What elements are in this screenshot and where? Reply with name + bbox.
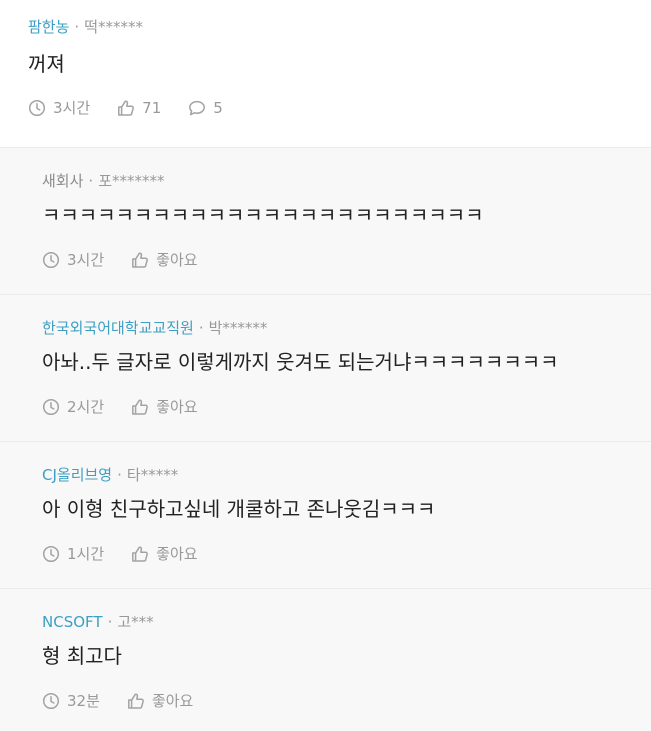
like-button[interactable]: 71 [117, 98, 161, 118]
reply-stats: 32분 좋아요 [42, 691, 631, 711]
reply: CJ올리브영 · 타***** 아 이형 친구하고싶네 개쿨하고 존나웃김ㅋㅋㅋ 1… [0, 442, 651, 589]
reply-stats: 2시간 좋아요 [42, 397, 631, 417]
reply-stats: 3시간 좋아요 [42, 250, 631, 270]
comment: 팜한농 · 떡****** 꺼져 3시간 71 5 [0, 0, 651, 148]
separator: · [117, 466, 122, 484]
clock-icon [42, 398, 60, 416]
thumbs-up-icon [132, 252, 149, 268]
thumbs-up-icon [127, 693, 144, 709]
reply-body: ㅋㅋㅋㅋㅋㅋㅋㅋㅋㅋㅋㅋㅋㅋㅋㅋㅋㅋㅋㅋㅋㅋㅋㅋ [42, 203, 484, 227]
time-label: 3시간 [67, 251, 105, 269]
time-label: 1시간 [67, 545, 105, 563]
comment-author-line: 팜한농 · 떡****** [28, 17, 631, 37]
time-label: 3시간 [53, 99, 91, 117]
reply-body: 아 이형 친구하고싶네 개쿨하고 존나웃김ㅋㅋㅋ [42, 497, 436, 521]
like-button[interactable]: 좋아요 [131, 544, 198, 564]
time-ago: 3시간 [28, 98, 90, 118]
separator: · [88, 172, 94, 190]
like-button[interactable]: 좋아요 [131, 250, 198, 270]
company-name[interactable]: 한국외국어대학교교직원 [42, 319, 194, 337]
like-label: 좋아요 [156, 398, 198, 416]
reply-stats: 1시간 좋아요 [42, 544, 631, 564]
company-name: 새회사 [42, 172, 84, 190]
time-ago: 1시간 [42, 544, 104, 564]
author-nickname: 포******* [98, 172, 165, 190]
clock-icon [28, 99, 46, 117]
time-label: 2시간 [67, 398, 105, 416]
comment-icon [189, 100, 206, 116]
thumbs-up-icon [132, 399, 149, 415]
reply-count: 5 [213, 99, 223, 117]
reply-author-line: 한국외국어대학교교직원 · 박****** [42, 318, 631, 338]
comment-body: 꺼져 [28, 52, 65, 76]
company-name[interactable]: CJ올리브영 [42, 466, 112, 484]
reply-button[interactable]: 5 [188, 98, 223, 118]
like-label: 좋아요 [156, 251, 198, 269]
company-name[interactable]: 팜한농 [28, 18, 69, 36]
like-count: 71 [142, 99, 162, 117]
separator: · [74, 18, 80, 36]
like-button[interactable]: 좋아요 [127, 691, 193, 711]
reply: 한국외국어대학교교직원 · 박****** 아놔..두 글자로 이렇게까지 웃겨도 … [0, 295, 651, 442]
time-ago: 3시간 [42, 250, 104, 270]
like-label: 좋아요 [156, 545, 198, 563]
clock-icon [42, 545, 60, 563]
author-nickname: 고*** [117, 613, 154, 631]
time-ago: 32분 [42, 691, 100, 711]
thumbs-up-icon [118, 100, 135, 116]
reply-body: 아놔..두 글자로 이렇게까지 웃겨도 되는거냐ㅋㅋㅋㅋㅋㅋㅋㅋ [42, 350, 559, 374]
reply: 새회사 · 포******* ㅋㅋㅋㅋㅋㅋㅋㅋㅋㅋㅋㅋㅋㅋㅋㅋㅋㅋㅋㅋㅋㅋㅋㅋ 3시… [0, 148, 651, 295]
clock-icon [42, 251, 60, 269]
reply-author-line: CJ올리브영 · 타***** [42, 465, 631, 485]
comment-stats: 3시간 71 5 [28, 98, 631, 118]
reply-author-line: NCSOFT · 고*** [42, 612, 631, 632]
separator: · [198, 319, 204, 337]
reply-body: 형 최고다 [42, 644, 122, 668]
comment-thread: 팜한농 · 떡****** 꺼져 3시간 71 5 새회사 · 포******* ㅋㅋㅋ… [0, 0, 651, 731]
time-label: 32분 [67, 692, 100, 710]
clock-icon [42, 692, 60, 710]
author-nickname: 타***** [126, 466, 179, 484]
like-button[interactable]: 좋아요 [131, 397, 198, 417]
author-nickname: 박****** [208, 319, 268, 337]
company-name[interactable]: NCSOFT [42, 613, 103, 631]
like-label: 좋아요 [151, 692, 194, 710]
time-ago: 2시간 [42, 397, 104, 417]
separator: · [107, 613, 113, 631]
reply-author-line: 새회사 · 포******* [42, 171, 631, 191]
author-nickname: 떡****** [84, 18, 143, 36]
thumbs-up-icon [132, 546, 149, 562]
reply: NCSOFT · 고*** 형 최고다 32분 좋아요 [0, 589, 651, 731]
